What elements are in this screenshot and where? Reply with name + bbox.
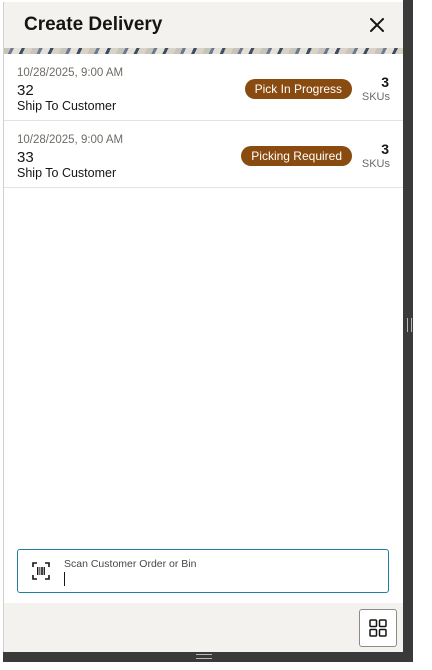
status-badge: Picking Required <box>241 146 352 166</box>
delivery-date: 10/28/2025, 9:00 AM <box>17 67 124 79</box>
text-caret <box>64 572 65 586</box>
delivery-id: 32 <box>17 82 34 99</box>
sku-label: SKUs <box>361 91 390 103</box>
close-icon <box>370 18 384 32</box>
list-item[interactable]: 10/28/2025, 9:00 AM 33 Ship To Customer … <box>4 121 404 188</box>
sku-label: SKUs <box>361 158 390 170</box>
scan-input[interactable] <box>64 570 374 586</box>
app-frame: Create Delivery 10/28/2025, 9:00 AM 32 S… <box>0 0 432 670</box>
sku-count: 3 <box>381 74 389 90</box>
scan-field-label: Scan Customer Order or Bin <box>64 558 197 570</box>
resize-handle-horizontal[interactable] <box>196 654 212 659</box>
resize-handle-vertical[interactable] <box>407 318 412 332</box>
status-badge: Pick In Progress <box>244 79 352 99</box>
page-title: Create Delivery <box>24 14 163 35</box>
close-button[interactable] <box>364 12 390 38</box>
create-delivery-panel: Create Delivery 10/28/2025, 9:00 AM 32 S… <box>3 2 404 660</box>
delivery-list: 10/28/2025, 9:00 AM 32 Ship To Customer … <box>4 54 404 188</box>
list-item[interactable]: 10/28/2025, 9:00 AM 32 Ship To Customer … <box>4 54 404 121</box>
barcode-scan-icon[interactable] <box>32 562 50 580</box>
delivery-type: Ship To Customer <box>17 166 117 180</box>
sku-count: 3 <box>381 141 389 157</box>
delivery-id: 33 <box>17 149 34 166</box>
grid-icon <box>369 619 387 637</box>
scan-field[interactable]: Scan Customer Order or Bin <box>17 549 389 593</box>
delivery-type: Ship To Customer <box>17 99 117 113</box>
grid-view-button[interactable] <box>359 609 397 647</box>
panel-header: Create Delivery <box>4 2 404 48</box>
delivery-date: 10/28/2025, 9:00 AM <box>17 134 124 146</box>
panel-footer <box>4 603 404 654</box>
